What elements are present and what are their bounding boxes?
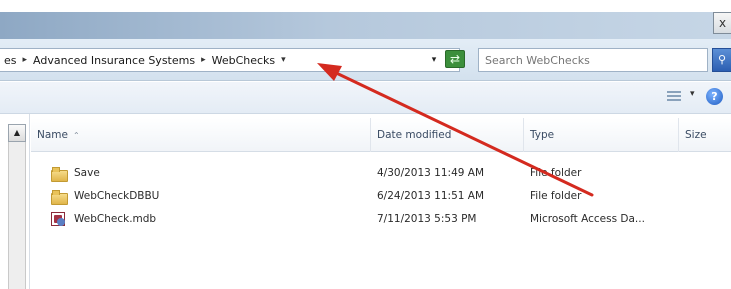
breadcrumb-segment-parent[interactable]: es (4, 54, 17, 67)
breadcrumb[interactable]: es ▸ Advanced Insurance Systems ▸ WebChe… (0, 48, 460, 72)
folder-icon (51, 189, 68, 205)
file-name: WebCheck.mdb (74, 213, 157, 225)
close-button[interactable]: x (713, 12, 731, 34)
file-date: 4/30/2013 11:49 AM (377, 167, 485, 179)
column-header-date-modified[interactable]: Date modified (371, 118, 524, 152)
scroll-up-button[interactable]: ▲ (8, 124, 26, 142)
search-input[interactable] (478, 48, 708, 72)
address-history-dropdown-icon[interactable]: ▾ (423, 48, 445, 72)
breadcrumb-segment-webchecks[interactable]: WebChecks (212, 54, 276, 67)
breadcrumb-dropdown-icon[interactable]: ▾ (281, 55, 286, 65)
help-icon[interactable]: ? (706, 88, 723, 105)
breadcrumb-separator-icon[interactable]: ▸ (23, 55, 28, 65)
file-date: 7/11/2013 5:53 PM (377, 213, 477, 225)
command-toolbar: ▾ ? (0, 82, 731, 114)
file-name: WebCheckDBBU (74, 190, 160, 202)
file-type: File folder (530, 190, 582, 202)
column-header-size-label: Size (685, 129, 707, 141)
file-row-webcheckdbbu[interactable]: WebCheckDBBU 6/24/2013 11:51 AM File fol… (31, 186, 731, 206)
navigation-pane: ▲ (0, 114, 30, 289)
breadcrumb-separator-icon[interactable]: ▸ (201, 55, 206, 65)
column-header-date-modified-label: Date modified (377, 129, 452, 141)
column-header-name-label: Name (37, 129, 68, 141)
search-icon: ⚲ (717, 53, 727, 66)
views-icon[interactable] (667, 91, 681, 103)
file-row-save[interactable]: Save 4/30/2013 11:49 AM File folder (31, 163, 731, 183)
column-header-size[interactable]: Size (679, 118, 731, 152)
refresh-icon: ⇄ (449, 52, 461, 66)
title-bar: x (0, 12, 731, 39)
column-header-name[interactable]: Name ⌃ (31, 118, 371, 152)
column-header-type-label: Type (530, 129, 555, 141)
file-row-webcheck-mdb[interactable]: WebCheck.mdb 7/11/2013 5:53 PM Microsoft… (31, 209, 731, 229)
folder-icon (51, 166, 68, 182)
search-button[interactable]: ⚲ (712, 48, 731, 72)
views-dropdown-icon[interactable]: ▾ (690, 89, 695, 99)
top-strip (0, 0, 731, 12)
address-row: es ▸ Advanced Insurance Systems ▸ WebChe… (0, 39, 731, 81)
breadcrumb-segment-advanced-insurance-systems[interactable]: Advanced Insurance Systems (33, 54, 195, 67)
file-date: 6/24/2013 11:51 AM (377, 190, 485, 202)
refresh-button[interactable]: ⇄ (445, 50, 465, 68)
file-name: Save (74, 167, 100, 179)
scrollbar-track[interactable] (8, 142, 26, 289)
access-database-icon (51, 212, 65, 226)
column-header-type[interactable]: Type (524, 118, 679, 152)
sort-indicator-icon: ⌃ (72, 130, 80, 140)
column-header-row: Name ⌃ Date modified Type Size (31, 118, 731, 152)
file-type: Microsoft Access Da... (530, 213, 645, 225)
file-type: File folder (530, 167, 582, 179)
